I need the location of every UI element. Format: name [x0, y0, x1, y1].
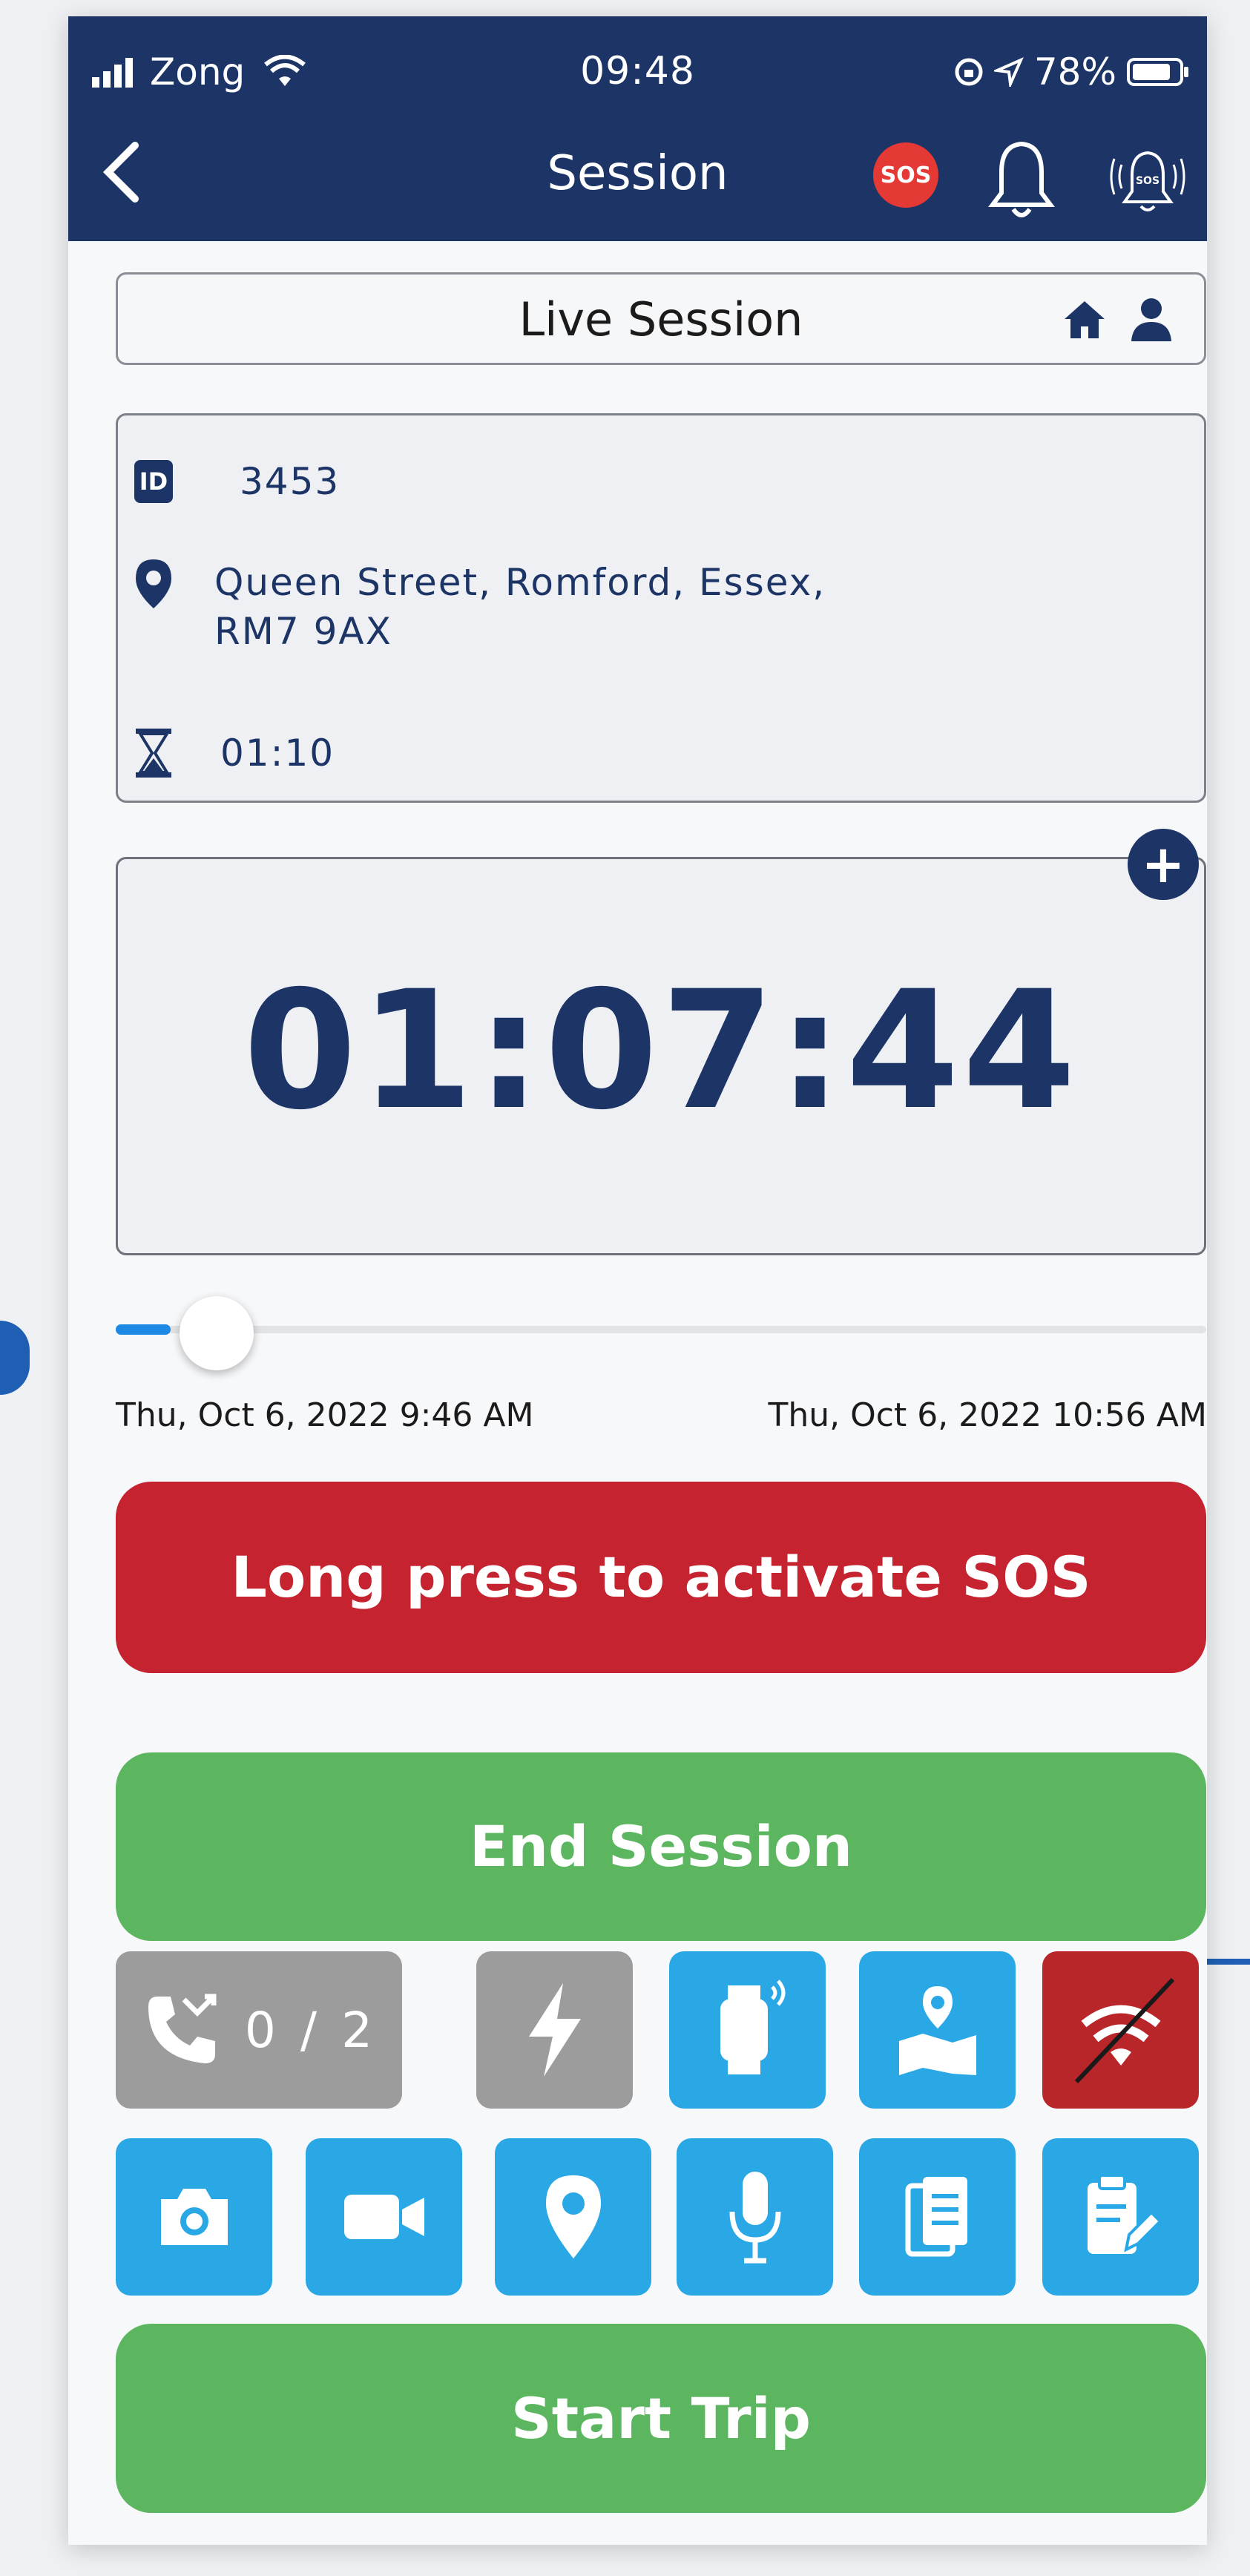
plus-icon: +	[1141, 834, 1185, 895]
location-pin-icon	[136, 559, 171, 608]
video-button[interactable]	[306, 2138, 462, 2296]
call-counter-button[interactable]: 0 / 2	[116, 1951, 402, 2109]
edge-indicator	[0, 1321, 30, 1395]
status-bar: Zong 09:48 78%	[68, 43, 1207, 95]
missed-call-icon	[148, 1994, 217, 2063]
power-button[interactable]	[476, 1951, 633, 2109]
smartwatch-button[interactable]	[669, 1951, 826, 2109]
video-camera-icon	[343, 2195, 424, 2239]
map-location-icon	[898, 1982, 976, 2075]
session-start-time: Thu, Oct 6, 2022 9:46 AM	[116, 1396, 534, 1434]
location-pin-icon	[545, 2175, 601, 2258]
microphone-button[interactable]	[677, 2138, 833, 2296]
sos-badge-button[interactable]: SOS	[873, 142, 938, 208]
home-icon	[1065, 301, 1105, 338]
documents-icon	[905, 2177, 967, 2257]
end-session-button[interactable]: End Session	[116, 1752, 1206, 1941]
sos-alarm-bell-icon: SOS	[1110, 151, 1185, 211]
address-line-1: Queen Street, Romford, Essex,	[214, 561, 826, 604]
phone-screen: Zong 09:48 78% Session SOS SOS Live Sess…	[68, 16, 1207, 2545]
hourglass-icon	[136, 729, 171, 778]
session-duration: 01:10	[220, 732, 335, 775]
wifi-off-button[interactable]	[1042, 1951, 1199, 2109]
home-button[interactable]	[1062, 297, 1108, 343]
time-slider-track[interactable]	[116, 1326, 1206, 1333]
header-bar: Zong 09:48 78% Session SOS SOS	[68, 16, 1207, 241]
id-icon: ID	[134, 460, 173, 503]
microphone-icon	[729, 2172, 780, 2264]
extend-time-button[interactable]: +	[1128, 829, 1199, 900]
smartwatch-icon	[720, 1979, 785, 2074]
session-end-time: Thu, Oct 6, 2022 10:56 AM	[768, 1396, 1207, 1434]
time-slider-thumb[interactable]	[179, 1296, 254, 1370]
sos-long-press-button[interactable]: Long press to activate SOS	[116, 1482, 1206, 1673]
lightning-icon	[528, 1983, 581, 2077]
user-button[interactable]	[1128, 295, 1174, 343]
live-session-label: Live Session	[519, 292, 803, 346]
live-session-bar: Live Session	[116, 272, 1206, 365]
clipboard-edit-icon	[1087, 2174, 1162, 2254]
map-button[interactable]	[859, 1951, 1016, 2109]
wifi-off-icon	[1074, 1977, 1174, 2084]
documents-button[interactable]	[859, 2138, 1016, 2296]
battery-icon	[1127, 58, 1188, 86]
notes-button[interactable]	[1042, 2138, 1199, 2296]
battery-percent: 78%	[1033, 50, 1116, 93]
session-info-card: ID 3453 Queen Street, Romford, Essex, RM…	[116, 413, 1206, 803]
call-counter: 0 / 2	[244, 2001, 378, 2059]
start-trip-button[interactable]: Start Trip	[116, 2324, 1206, 2513]
edge-connector-line	[1207, 1959, 1250, 1965]
countdown-timer: 01:07:44	[243, 956, 1079, 1146]
location-arrow-icon	[993, 57, 1024, 87]
camera-icon	[160, 2189, 228, 2245]
location-button[interactable]	[495, 2138, 651, 2296]
address-line-2: RM7 9AX	[214, 610, 392, 653]
bell-icon	[988, 141, 1055, 217]
notifications-button[interactable]	[981, 135, 1062, 224]
timer-card: 01:07:44	[116, 857, 1206, 1255]
time-slider-fill	[116, 1324, 171, 1335]
svg-text:SOS: SOS	[1136, 175, 1159, 187]
camera-button[interactable]	[116, 2138, 272, 2296]
session-id: 3453	[240, 460, 341, 503]
orientation-lock-icon	[955, 58, 983, 86]
user-icon	[1131, 298, 1171, 341]
sos-alarm-button[interactable]: SOS	[1107, 135, 1188, 224]
